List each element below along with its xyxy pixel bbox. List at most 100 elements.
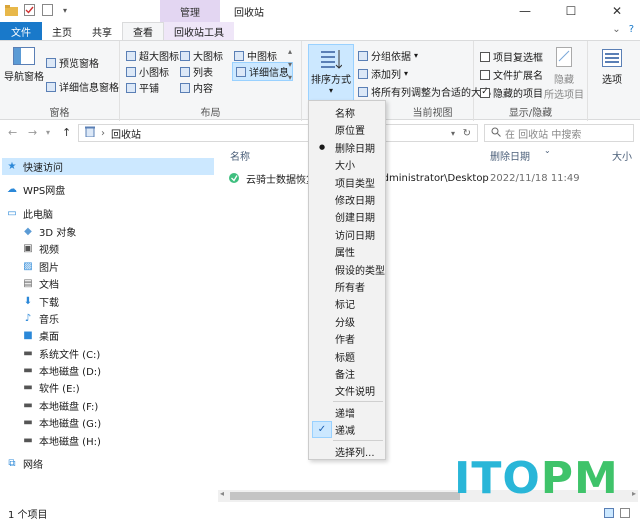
layout-medium-icons[interactable]: 中图标 [234, 48, 277, 63]
sort-field-item[interactable]: 访问日期 [309, 226, 385, 243]
column-header-name[interactable]: 名称 [230, 148, 250, 164]
nav-pane-button[interactable]: 导航窗格 [4, 47, 44, 83]
sort-field-item[interactable]: 标题 [309, 348, 385, 365]
search-box[interactable]: 在 回收站 中搜索 [484, 124, 634, 142]
up-arrow-icon[interactable]: ↑ [62, 126, 71, 139]
ribbon-tabs: 文件 主页 共享 查看 回收站工具 ⌄ ? [0, 22, 640, 40]
sort-field-item[interactable]: 创建日期 [309, 208, 385, 225]
sort-field-item[interactable]: 标记 [309, 295, 385, 312]
sort-field-item[interactable]: ● 删除日期 [309, 139, 385, 156]
nav-item[interactable]: ▣ 视频 [22, 240, 59, 257]
collapse-ribbon-icon[interactable]: ⌄ [612, 24, 620, 35]
column-header-date-deleted[interactable]: 删除日期 [490, 148, 530, 164]
preview-pane-button[interactable]: 预览窗格 [46, 55, 99, 70]
nav-item[interactable]: ▬ 系统文件 (C:) [22, 345, 100, 362]
nav-item[interactable]: ⬇ 下载 [22, 293, 59, 310]
layout-content[interactable]: 内容 [180, 80, 213, 95]
quick-access-toolbar: ▾ [4, 3, 72, 17]
sort-field-item[interactable]: 假设的类型 [309, 261, 385, 278]
refresh-icon[interactable]: ↻ [463, 128, 471, 139]
nav-item[interactable]: ▬ 本地磁盘 (D:) [22, 362, 101, 379]
column-header-size[interactable]: 大小 [612, 148, 632, 164]
nav-item[interactable]: ▨ 图片 [22, 258, 59, 275]
layout-large-icons[interactable]: 大图标 [180, 48, 223, 63]
sort-field-item[interactable]: 备注 [309, 365, 385, 382]
help-icon[interactable]: ? [629, 24, 634, 35]
item-checkboxes-toggle[interactable]: 项目复选框 [480, 49, 543, 64]
nav-item[interactable]: ▭ 此电脑 [6, 205, 53, 222]
sort-order-ascending[interactable]: 递增 [309, 404, 385, 421]
sort-field-item[interactable]: 大小 [309, 156, 385, 173]
tab-home[interactable]: 主页 [42, 22, 82, 40]
window-title: 回收站 [234, 8, 264, 19]
details-view-icon[interactable] [604, 508, 614, 518]
sort-field-label: 创建日期 [335, 213, 375, 225]
large-icons-view-icon[interactable] [620, 508, 630, 518]
forward-arrow-icon[interactable]: → [28, 126, 37, 139]
maximize-button[interactable]: ☐ [548, 0, 594, 22]
nav-item[interactable]: ▬ 软件 (E:) [22, 379, 79, 396]
sort-field-item[interactable]: 项目类型 [309, 174, 385, 191]
close-button[interactable]: ✕ [594, 0, 640, 22]
file-extensions-toggle[interactable]: 文件扩展名 [480, 67, 543, 82]
sort-field-label: 作者 [335, 335, 355, 347]
sort-field-item[interactable]: 所有者 [309, 278, 385, 295]
nav-item[interactable]: ▤ 文档 [22, 275, 59, 292]
nav-item[interactable]: ■ 桌面 [22, 327, 59, 344]
tab-view[interactable]: 查看 [122, 22, 164, 40]
customize-toolbar-icon[interactable]: ▾ [58, 3, 72, 17]
sort-field-item[interactable]: 名称 [309, 104, 385, 121]
nav-item[interactable]: ♪ 音乐 [22, 310, 59, 327]
details-pane-button[interactable]: 详细信息窗格 [46, 79, 119, 94]
sort-field-item[interactable]: 属性 [309, 243, 385, 260]
hidden-items-checkbox[interactable]: ✓ [480, 87, 490, 98]
add-columns-button[interactable]: 添加列 ▾ [358, 66, 408, 81]
sort-field-item[interactable]: 文件说明 [309, 382, 385, 399]
recent-locations-icon[interactable]: ▾ [46, 128, 50, 137]
nav-item[interactable]: ⧉ 网络 [6, 455, 43, 472]
options-button[interactable]: 选项 [592, 49, 632, 86]
file-row[interactable]: 云骑士数据恢复 Administrator\Desktop 2022/11/18… [228, 170, 628, 186]
hide-selected-button[interactable]: 隐藏 所选项目 [544, 47, 584, 101]
choose-columns-item[interactable]: 选择列... [309, 443, 385, 460]
sort-field-item[interactable]: 作者 [309, 330, 385, 347]
group-by-button[interactable]: 分组依据 ▾ [358, 48, 418, 63]
layout-list[interactable]: 列表 [180, 64, 213, 79]
new-folder-icon[interactable] [40, 3, 54, 17]
nav-item[interactable]: ▬ 本地磁盘 (F:) [22, 397, 98, 414]
tab-file[interactable]: 文件 [0, 22, 42, 40]
address-dropdown-icon[interactable]: ▾ [451, 129, 455, 138]
layout-more-dropdown[interactable]: ▴ ▾ ▾ [288, 47, 292, 83]
nav-item[interactable]: ◆ 3D 对象 [22, 223, 76, 240]
sort-by-button[interactable]: 排序方式 ▾ [308, 44, 354, 102]
nav-item[interactable]: ☁ WPS网盘 [6, 181, 65, 198]
layout-tiles[interactable]: 平铺 [126, 80, 159, 95]
address-field[interactable]: › 回收站 ▾ ↻ [78, 124, 478, 142]
group-label-show-hide: 显示/隐藏 [508, 108, 553, 119]
layout-extra-large-icons[interactable]: 超大图标 [126, 48, 179, 63]
minimize-button[interactable]: — [502, 0, 548, 22]
back-arrow-icon[interactable]: ← [8, 126, 17, 139]
tab-recycle-bin-tools[interactable]: 回收站工具 [164, 22, 234, 40]
layout-details[interactable]: 详细信息 [232, 62, 293, 81]
scroll-left-icon[interactable]: ◂ [220, 489, 224, 498]
hidden-items-toggle[interactable]: ✓ 隐藏的项目 [480, 85, 543, 100]
nav-item[interactable]: ▬ 本地磁盘 (G:) [22, 414, 101, 431]
properties-icon[interactable] [22, 3, 36, 17]
layout-small-icons[interactable]: 小图标 [126, 64, 169, 79]
file-extensions-checkbox[interactable] [480, 69, 490, 80]
sort-field-item[interactable]: 修改日期 [309, 191, 385, 208]
sort-field-item[interactable]: 原位置 [309, 121, 385, 138]
scroll-right-icon[interactable]: ▸ [632, 489, 636, 498]
item-checkboxes-checkbox[interactable] [480, 51, 490, 62]
breadcrumb-recycle-bin[interactable]: 回收站 [111, 126, 141, 141]
scrollbar-thumb[interactable] [230, 492, 460, 500]
folder-icon[interactable] [4, 3, 18, 17]
sort-field-item[interactable]: 分级 [309, 313, 385, 330]
nav-item[interactable]: ★ 快速访问 [2, 158, 214, 175]
size-all-columns-button[interactable]: 将所有列调整为合适的大小 [358, 84, 491, 99]
sort-order-descending[interactable]: ✓ 递减 [309, 421, 385, 438]
nav-item[interactable]: ▬ 本地磁盘 (H:) [22, 432, 101, 449]
tab-share[interactable]: 共享 [82, 22, 122, 40]
nav-item-label: 3D 对象 [39, 228, 77, 239]
